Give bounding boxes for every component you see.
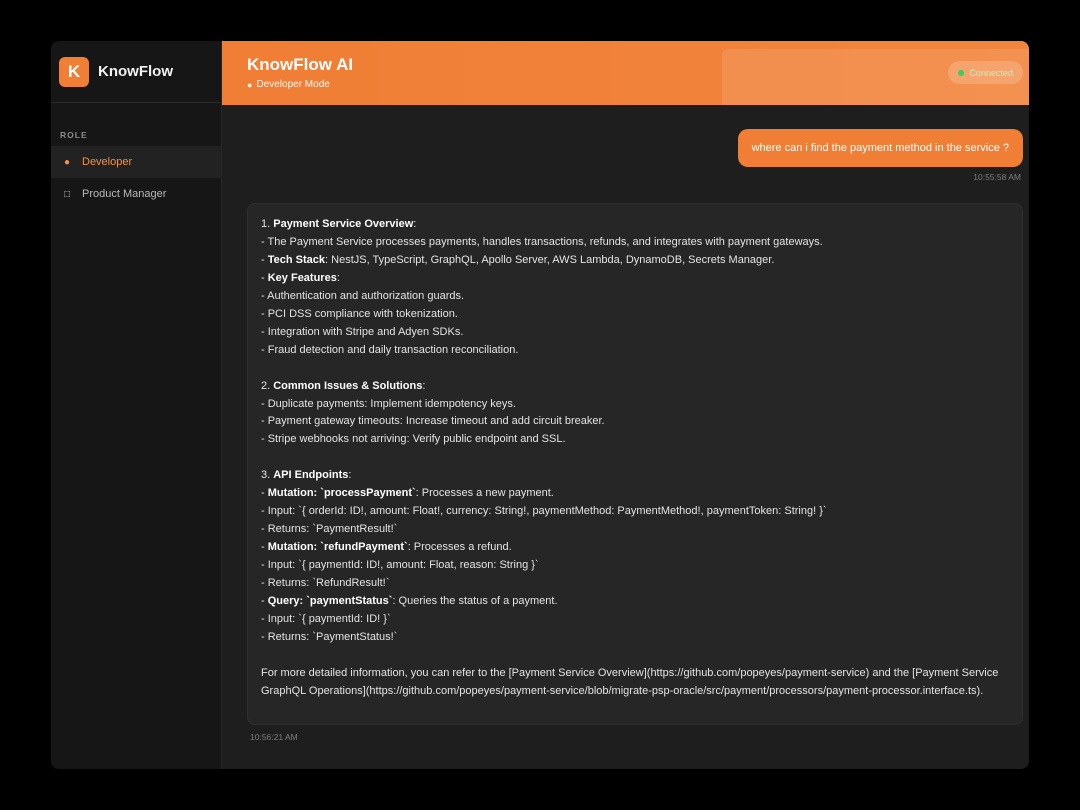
- message-line: - Key Features:: [261, 270, 1009, 288]
- text: :: [348, 469, 352, 482]
- bold-text: Mutation: `refundPayment`: [267, 541, 408, 554]
- message-line: 1. Payment Service Overview:: [261, 216, 1009, 234]
- mode-label: Developer Mode: [256, 79, 330, 90]
- sidebar: K KnowFlow ROLE ● Developer □ Product Ma…: [51, 41, 222, 769]
- bold-text: Key Features: [267, 271, 337, 284]
- text: - Duplicate payments: Implement idempote…: [261, 397, 516, 410]
- message-line: - Stripe webhooks not arriving: Verify p…: [261, 431, 1009, 449]
- text: - Integration with Stripe and Adyen SDKs…: [261, 325, 464, 338]
- developer-icon: ●: [247, 79, 253, 90]
- assistant-message-time: 10:56:21 AM: [250, 732, 298, 742]
- message-line: [261, 449, 1009, 467]
- text: - Fraud detection and daily transaction …: [261, 343, 519, 356]
- clipboard-icon: □: [63, 188, 71, 200]
- text: :: [422, 379, 426, 392]
- text: -: [261, 253, 268, 266]
- message-line: - Returns: `RefundResult!`: [261, 575, 1009, 593]
- bold-text: Mutation: `processPayment`: [267, 487, 416, 500]
- text: : Processes a new payment.: [415, 487, 554, 500]
- message-line: - Tech Stack: NestJS, TypeScript, GraphQ…: [261, 252, 1009, 270]
- assistant-message: 1. Payment Service Overview: - The Paymen…: [247, 203, 1023, 725]
- message-line: - Mutation: `refundPayment`: Processes a…: [261, 539, 1009, 557]
- text: 2.: [261, 379, 274, 392]
- text: - Returns: `RefundResult!`: [261, 577, 390, 590]
- status-dot-icon: [958, 69, 965, 76]
- message-line: - Input: `{ orderId: ID!, amount: Float!…: [261, 503, 1009, 521]
- sidebar-item-product-manager[interactable]: □ Product Manager: [51, 178, 221, 210]
- message-line: - Duplicate payments: Implement idempote…: [261, 396, 1009, 414]
- text: -: [261, 487, 268, 500]
- text: :: [336, 271, 340, 284]
- text: - Input: `{ paymentId: ID!, amount: Floa…: [261, 559, 539, 572]
- user-message: where can i find the payment method in t…: [737, 129, 1023, 167]
- message-line: [261, 360, 1009, 378]
- message-line: - The Payment Service processes payments…: [261, 234, 1009, 252]
- text: : Processes a refund.: [407, 541, 512, 554]
- message-line: - Fraud detection and daily transaction …: [261, 342, 1009, 360]
- text: - Authentication and authorization guard…: [261, 289, 465, 302]
- main-panel: KnowFlow AI ● Developer Mode Connected w…: [222, 41, 1029, 769]
- message-line: - Input: `{ paymentId: ID!, amount: Floa…: [261, 557, 1009, 575]
- message-line: - Query: `paymentStatus`: Queries the st…: [261, 593, 1009, 611]
- text: : Queries the status of a payment.: [392, 595, 558, 608]
- text: -: [261, 541, 268, 554]
- text: - Stripe webhooks not arriving: Verify p…: [261, 433, 566, 446]
- bold-text: Query: `paymentStatus`: [267, 595, 393, 608]
- chat-area[interactable]: where can i find the payment method in t…: [222, 105, 1029, 769]
- message-line: - PCI DSS compliance with tokenization.: [261, 306, 1009, 324]
- text: -: [261, 595, 268, 608]
- message-line: For more detailed information, you can r…: [261, 665, 1009, 701]
- message-line: - Returns: `PaymentStatus!`: [261, 629, 1009, 647]
- sidebar-item-label: Product Manager: [82, 188, 167, 200]
- brand-name: KnowFlow: [98, 63, 173, 80]
- bold-text: Tech Stack: [267, 253, 326, 266]
- text: 3.: [261, 469, 274, 482]
- header: KnowFlow AI ● Developer Mode Connected: [222, 41, 1029, 105]
- text: - Input: `{ orderId: ID!, amount: Float!…: [261, 505, 827, 518]
- brand-logo: K: [59, 56, 89, 87]
- brand: K KnowFlow: [51, 41, 221, 103]
- text: - Input: `{ paymentId: ID! }`: [261, 612, 391, 625]
- text: - Returns: `PaymentStatus!`: [261, 630, 398, 643]
- bold-text: Common Issues & Solutions: [273, 379, 423, 392]
- bold-text: Payment Service Overview: [273, 218, 414, 230]
- message-line: - Input: `{ paymentId: ID! }`: [261, 611, 1009, 629]
- text: -: [261, 271, 268, 284]
- message-line: - Payment gateway timeouts: Increase tim…: [261, 413, 1009, 431]
- app-window: K KnowFlow ROLE ● Developer □ Product Ma…: [51, 41, 1029, 769]
- message-line: - Authentication and authorization guard…: [261, 288, 1009, 306]
- text: - Returns: `PaymentResult!`: [261, 523, 398, 536]
- developer-icon: ●: [63, 156, 71, 168]
- role-list: ● Developer □ Product Manager: [51, 146, 221, 210]
- text: - The Payment Service processes payments…: [261, 235, 823, 248]
- text: 1.: [261, 218, 274, 230]
- message-line: 2. Common Issues & Solutions:: [261, 378, 1009, 396]
- status-label: Connected: [969, 67, 1013, 78]
- user-message-time: 10:55:58 AM: [973, 172, 1021, 182]
- text: For more detailed information, you can r…: [261, 666, 999, 697]
- role-section-label: ROLE: [60, 130, 88, 140]
- text: - Payment gateway timeouts: Increase tim…: [261, 415, 605, 428]
- sidebar-item-developer[interactable]: ● Developer: [51, 146, 221, 178]
- text: - PCI DSS compliance with tokenization.: [261, 307, 458, 320]
- status-badge: Connected: [948, 61, 1023, 84]
- text: :: [413, 218, 417, 230]
- message-line: - Integration with Stripe and Adyen SDKs…: [261, 324, 1009, 342]
- sidebar-item-label: Developer: [82, 156, 133, 168]
- message-line: - Returns: `PaymentResult!`: [261, 521, 1009, 539]
- message-line: - Mutation: `processPayment`: Processes …: [261, 485, 1009, 503]
- message-line: [261, 647, 1009, 665]
- message-line: 3. API Endpoints:: [261, 467, 1009, 485]
- text: : NestJS, TypeScript, GraphQL, Apollo Se…: [325, 253, 775, 266]
- bold-text: API Endpoints: [273, 469, 349, 482]
